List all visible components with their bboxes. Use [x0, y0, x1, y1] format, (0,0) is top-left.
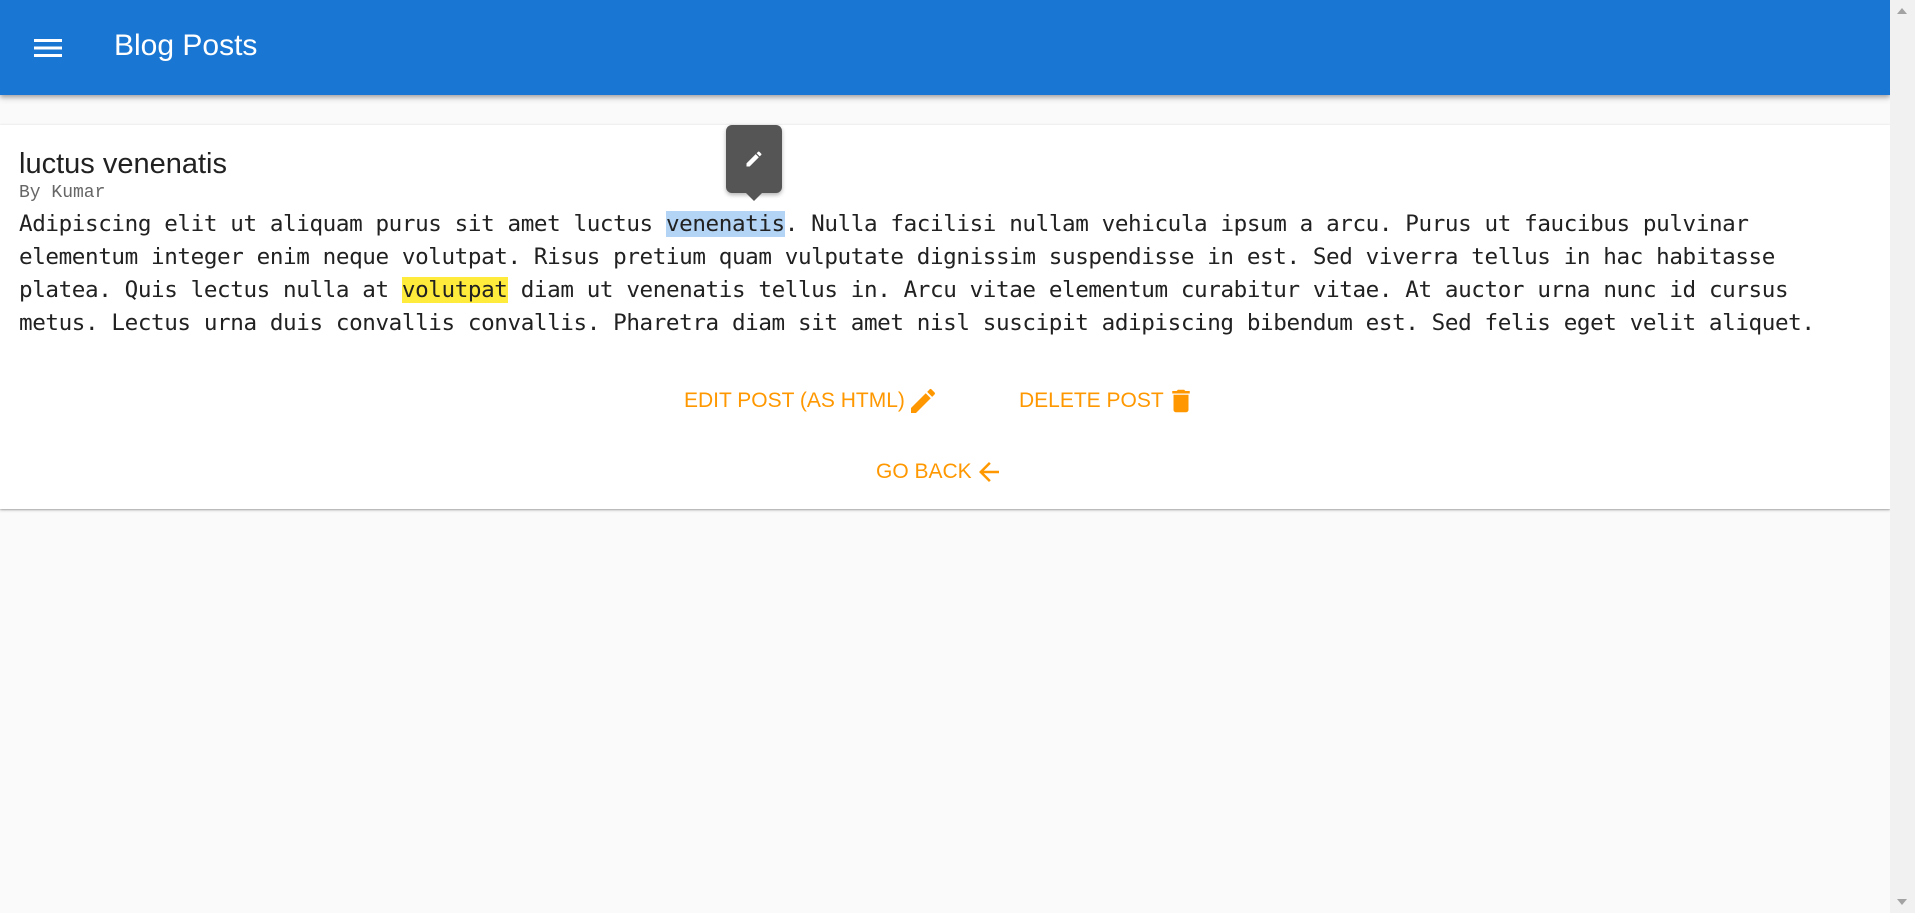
scroll-up-arrow-icon[interactable]: [1897, 8, 1907, 14]
delete-post-label: DELETE POST: [1019, 389, 1164, 412]
scroll-down-arrow-icon[interactable]: [1897, 899, 1907, 905]
pencil-icon: [746, 151, 762, 167]
pencil-icon: [910, 388, 935, 413]
app-bar: Blog Posts: [0, 0, 1890, 95]
delete-post-button[interactable]: DELETE POST: [1019, 385, 1196, 417]
app-title: Blog Posts: [114, 29, 258, 62]
menu-button[interactable]: [24, 24, 72, 72]
edit-post-button[interactable]: EDIT POST (AS HTML): [684, 385, 939, 417]
post-author: By Kumar: [19, 183, 106, 203]
menu-icon: [34, 39, 62, 57]
selected-text[interactable]: venenatis: [665, 211, 785, 237]
post-body-text: Adipiscing elit ut aliquam purus sit ame…: [19, 211, 666, 237]
post-body: Adipiscing elit ut aliquam purus sit ame…: [19, 208, 1879, 340]
post-card: luctus venenatis By Kumar Adipiscing eli…: [0, 125, 1890, 509]
post-actions: EDIT POST (AS HTML) DELETE POST GO BACK: [0, 385, 1890, 483]
tooltip-arrow: [746, 193, 762, 201]
vertical-scrollbar[interactable]: [1890, 0, 1915, 913]
edit-post-label: EDIT POST (AS HTML): [684, 389, 905, 412]
arrow-left-icon: [978, 462, 999, 482]
highlighted-text[interactable]: volutpat: [401, 277, 508, 303]
post-title: luctus venenatis: [19, 148, 227, 180]
trash-icon: [1171, 389, 1190, 413]
go-back-label: GO BACK: [876, 460, 972, 483]
go-back-button[interactable]: GO BACK: [876, 457, 1004, 487]
edit-selection-tooltip[interactable]: [726, 125, 782, 193]
app-root: Blog Posts luctus venenatis By Kumar Adi…: [0, 0, 1915, 913]
